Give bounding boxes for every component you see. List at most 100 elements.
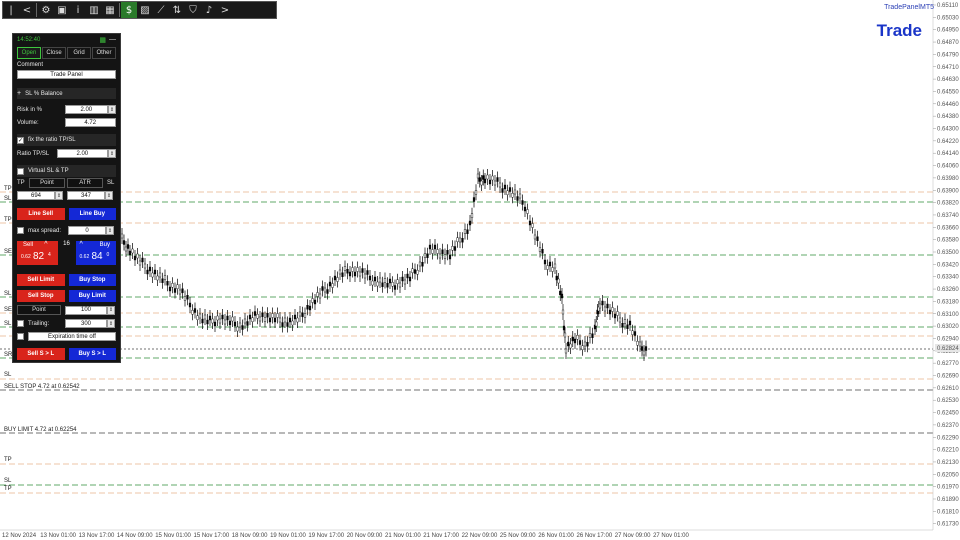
candle-body <box>193 308 197 313</box>
tab-close[interactable]: Close <box>42 47 66 59</box>
arrow-up-icon: ^ <box>44 241 48 248</box>
candle-body <box>474 190 478 195</box>
sl-stepper[interactable]: ⇕ <box>105 191 113 200</box>
candle-body <box>511 193 514 198</box>
buy-button[interactable]: ^ Buy 0.62 84 0 <box>75 241 116 265</box>
candle-body <box>228 320 232 326</box>
candle-body <box>523 206 527 212</box>
sl-balance-label: SL % Balance <box>25 90 63 97</box>
expand-icon[interactable]: + <box>17 90 21 97</box>
line-buy-button[interactable]: Line Buy <box>68 208 116 220</box>
comment-field[interactable]: Trade Panel <box>17 70 116 79</box>
atr-mode-button[interactable]: ATR <box>67 178 103 188</box>
tp-stepper[interactable]: ⇕ <box>55 191 63 200</box>
shield-icon[interactable]: ⛉ <box>185 2 201 18</box>
trailing-checkbox[interactable] <box>17 320 24 327</box>
time-tick-label: 13 Nov 01:00 <box>40 533 76 539</box>
panel-tabs: Open Close Grid Other <box>17 47 116 59</box>
candle-body <box>468 220 472 226</box>
price-axis: 0.65110 0.65030 0.64950 0.64870 0.64790 0.647… <box>932 0 960 530</box>
price-tick-label: 0.64550 <box>937 89 959 95</box>
sell-stop-button[interactable]: Sell Stop <box>17 290 65 302</box>
candle-body <box>483 178 487 184</box>
chart-settings-icon[interactable]: ⇅ <box>169 2 185 18</box>
trailing-input[interactable]: 300 <box>65 319 107 328</box>
time-tick-label: 15 Nov 17:00 <box>194 533 230 539</box>
tab-other[interactable]: Other <box>92 47 116 59</box>
price-tick-label: 0.62530 <box>937 398 959 404</box>
buy-stop-limit-button[interactable]: Buy S > L <box>68 348 116 360</box>
candle-body <box>131 248 134 254</box>
candle-body <box>271 313 274 318</box>
pending-point-input[interactable]: 100 <box>65 305 107 315</box>
candle-body <box>438 253 442 259</box>
time-tick-label: 19 Nov 17:00 <box>308 533 344 539</box>
max-spread-input[interactable]: 0 <box>68 226 106 235</box>
camera-icon[interactable]: ▣ <box>54 2 70 18</box>
arrow-left-icon[interactable]: < <box>19 2 35 18</box>
price-tick-label: 0.63340 <box>937 275 959 281</box>
price-tick-label: 0.62450 <box>937 411 959 417</box>
info-icon[interactable]: i <box>70 2 86 18</box>
tp-points-input[interactable]: 694 <box>17 191 55 200</box>
candle-body <box>453 246 457 251</box>
trend-tool-icon[interactable]: ⟋ <box>153 2 169 18</box>
expiration-field[interactable]: Expiration time off <box>28 332 116 341</box>
ruler-icon[interactable]: ▨ <box>137 2 153 18</box>
candle-body <box>333 275 337 281</box>
candle-body <box>233 321 237 327</box>
candle-body <box>560 293 564 299</box>
line-sell-button[interactable]: Line Sell <box>17 208 65 220</box>
tab-open[interactable]: Open <box>17 47 41 59</box>
buy-stop-button[interactable]: Buy Stop <box>68 274 116 286</box>
point-mode-button[interactable]: Point <box>29 178 65 188</box>
candle-body <box>446 250 449 255</box>
ratio-input[interactable]: 2.00 <box>56 149 109 158</box>
candle-body <box>256 314 259 319</box>
virtual-sltp-checkbox[interactable] <box>17 167 24 175</box>
price-tick-label: 0.64790 <box>937 52 959 58</box>
fix-ratio-checkbox[interactable]: ✓ <box>17 136 24 144</box>
risk-input[interactable]: 2.00 <box>64 105 109 114</box>
candle-body <box>466 229 469 234</box>
sell-price-big: 82 <box>33 251 45 262</box>
collapse-icon[interactable]: | <box>3 2 19 18</box>
sl-points-input[interactable]: 347 <box>67 191 105 200</box>
candle-body <box>567 341 570 347</box>
time-tick-label: 27 Nov 01:00 <box>653 533 689 539</box>
price-tick-label: 0.63900 <box>937 188 959 194</box>
chevron-right-icon[interactable]: > <box>217 2 233 18</box>
time-tick-label: 21 Nov 17:00 <box>423 533 459 539</box>
grid-icon[interactable]: ▦ <box>99 36 106 44</box>
tab-grid[interactable]: Grid <box>67 47 91 59</box>
buy-limit-button[interactable]: Buy Limit <box>68 290 116 302</box>
minimize-icon[interactable]: — <box>109 36 116 44</box>
candle-body <box>303 313 307 318</box>
sell-limit-button[interactable]: Sell Limit <box>17 274 65 286</box>
price-chart[interactable]: 0.65110 0.65030 0.64950 0.64870 0.64790 0.647… <box>0 0 960 540</box>
candle-body <box>562 325 566 331</box>
risk-stepper[interactable]: ⇕ <box>108 105 116 114</box>
grid-icon[interactable]: ▦ <box>102 2 118 18</box>
order-line-label: SL <box>4 291 12 297</box>
max-spread-stepper[interactable]: ⇕ <box>106 226 114 235</box>
pending-point-button[interactable]: Point <box>17 305 61 315</box>
sell-button[interactable]: Sell ^ 0.62 82 4 <box>17 241 58 265</box>
sell-stop-limit-button[interactable]: Sell S > L <box>17 348 65 360</box>
fix-ratio-label: fix the ratio TP/SL <box>28 137 76 143</box>
candle-body <box>482 175 485 180</box>
order-line-label: SL <box>4 196 12 202</box>
expiration-checkbox[interactable] <box>17 333 24 340</box>
pending-point-stepper[interactable]: ⇕ <box>107 305 115 315</box>
candle-body <box>178 289 182 295</box>
bell-icon[interactable]: ♪ <box>201 2 217 18</box>
money-icon[interactable]: $ <box>121 2 137 18</box>
gear-icon[interactable]: ⚙ <box>38 2 54 18</box>
candle-body <box>396 279 399 284</box>
volume-field[interactable]: 4.72 <box>64 118 116 127</box>
ratio-stepper[interactable]: ⇕ <box>108 149 116 158</box>
trailing-stepper[interactable]: ⇕ <box>107 319 115 328</box>
candle-body <box>248 314 252 320</box>
max-spread-checkbox[interactable] <box>17 227 24 234</box>
bar-chart-icon[interactable]: ▥ <box>86 2 102 18</box>
